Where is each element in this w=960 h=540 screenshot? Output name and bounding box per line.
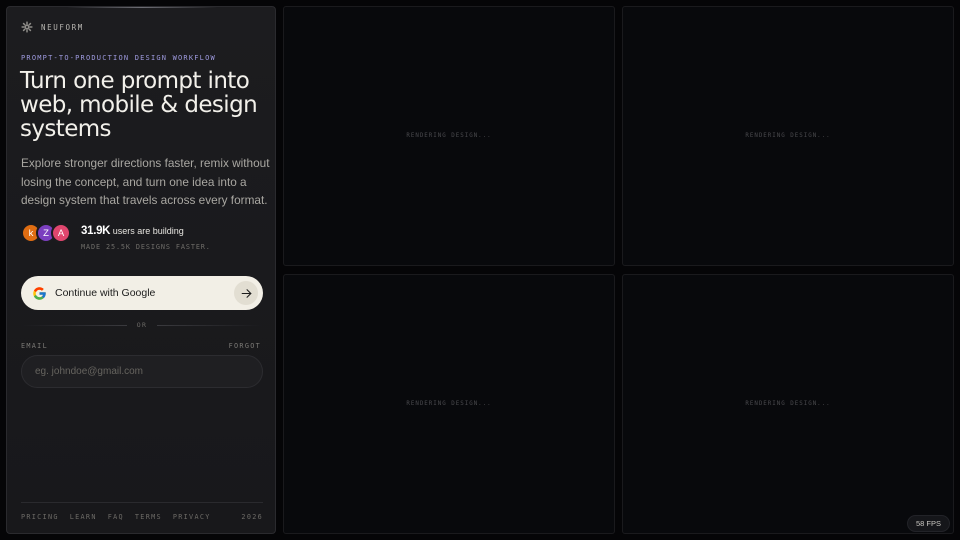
- continue-with-google-button[interactable]: Continue with Google: [21, 276, 263, 310]
- brand[interactable]: NEUFORM: [21, 21, 84, 33]
- avatar: A: [51, 223, 71, 243]
- design-preview-panel[interactable]: RENDERING DESIGN...: [622, 274, 954, 534]
- footer-link-privacy[interactable]: PRIVACY: [173, 513, 211, 521]
- hero-description: Explore stronger directions faster, remi…: [21, 156, 270, 207]
- brand-name: NEUFORM: [41, 22, 84, 32]
- rendering-status: RENDERING DESIGN...: [406, 401, 492, 407]
- google-icon: [33, 286, 46, 300]
- footer-link-faq[interactable]: FAQ: [108, 513, 124, 521]
- footer-year: 2026: [241, 513, 263, 521]
- email-label: EMAIL: [21, 342, 48, 350]
- email-input[interactable]: [21, 355, 263, 388]
- divider-line: [157, 324, 264, 326]
- divider-line: [21, 324, 127, 326]
- user-count: 31.9K users are building: [81, 225, 184, 237]
- continue-with-google-label: Continue with Google: [55, 287, 156, 299]
- rendering-status: RENDERING DESIGN...: [745, 133, 831, 139]
- or-divider: OR: [21, 320, 264, 330]
- headline: Turn one prompt into web, mobile & desig…: [20, 68, 258, 142]
- footer-divider: [21, 502, 263, 503]
- avatar-group: k Z A: [21, 223, 71, 243]
- footer-nav: PRICING LEARN FAQ TERMS PRIVACY 2026: [21, 513, 263, 521]
- fps-counter: 58 FPS: [906, 515, 950, 532]
- or-label: OR: [136, 321, 148, 329]
- user-count-suffix: users are building: [112, 226, 184, 236]
- design-preview-panel[interactable]: RENDERING DESIGN...: [622, 6, 954, 266]
- user-count-number: 31.9K: [81, 225, 111, 237]
- design-preview-panel[interactable]: RENDERING DESIGN...: [283, 6, 615, 266]
- footer-link-terms[interactable]: TERMS: [135, 513, 162, 521]
- design-preview-panel[interactable]: RENDERING DESIGN...: [283, 274, 615, 534]
- rendering-status: RENDERING DESIGN...: [745, 401, 831, 407]
- footer-link-pricing[interactable]: PRICING: [21, 513, 59, 521]
- designs-stat: MADE 25.5K DESIGNS FASTER.: [81, 243, 211, 251]
- arrow-right-icon: [234, 281, 258, 305]
- forgot-link[interactable]: FORGOT: [229, 342, 261, 350]
- rendering-status: RENDERING DESIGN...: [406, 133, 492, 139]
- sidebar: NEUFORM PROMPT-TO-PRODUCTION DESIGN WORK…: [6, 6, 276, 534]
- eyebrow-text: PROMPT-TO-PRODUCTION DESIGN WORKFLOW: [21, 54, 216, 62]
- footer-link-learn[interactable]: LEARN: [70, 513, 97, 521]
- gear-logo-icon: [21, 21, 33, 33]
